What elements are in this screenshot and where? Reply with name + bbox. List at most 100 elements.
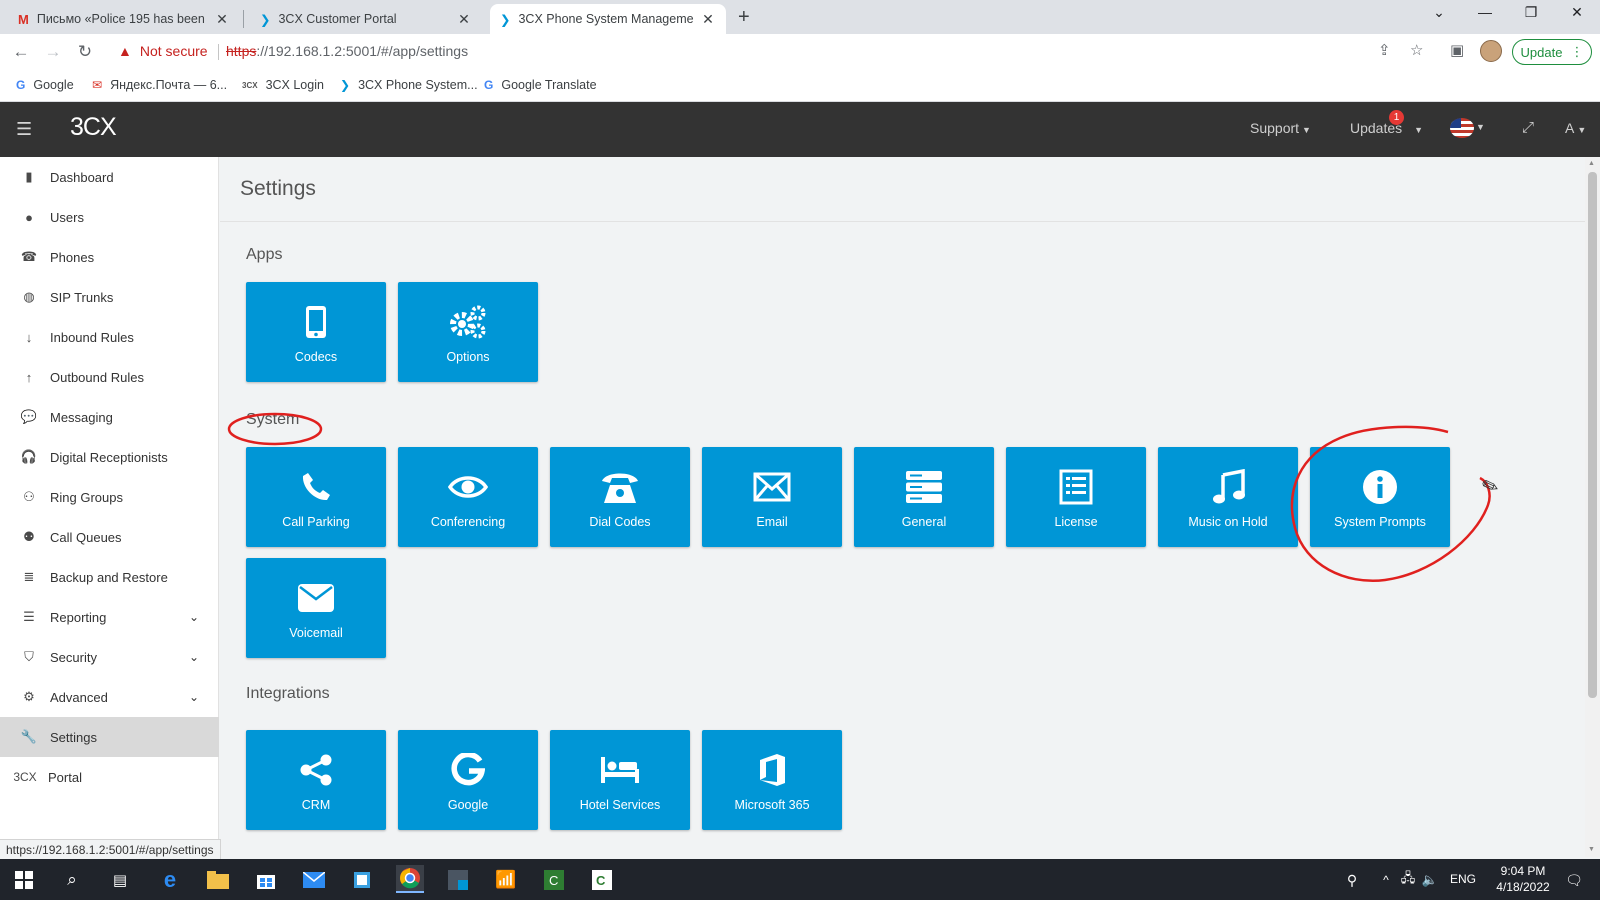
app-icon[interactable] [350, 868, 374, 892]
tile-options[interactable]: Options [398, 282, 538, 382]
sidebar-item-portal[interactable]: 3CX Portal [0, 757, 219, 797]
notifications-icon[interactable]: 🗨 [1562, 868, 1586, 892]
3cx-app-icon[interactable] [446, 868, 470, 892]
sidebar-item-settings[interactable]: 🔧 Settings [0, 717, 219, 757]
tile-crm[interactable]: CRM [246, 730, 386, 830]
tile-hotel-services[interactable]: Hotel Services [550, 730, 690, 830]
sidebar-item-dashboard[interactable]: ▮ Dashboard [0, 157, 219, 197]
file-explorer-icon[interactable] [206, 868, 230, 892]
chevron-down-icon[interactable]: ⌄ [189, 690, 199, 704]
wifi-icon[interactable]: 📶 [494, 868, 518, 892]
sidebar-item-advanced[interactable]: ⚙ Advanced ⌄ [0, 677, 219, 717]
close-icon[interactable]: ✕ [456, 11, 472, 28]
sidebar-item-outbound-rules[interactable]: ↑ Outbound Rules [0, 357, 219, 397]
tab-mail[interactable]: M Письмо «Police 195 has been di ✕ [8, 4, 240, 34]
bookmark-translate[interactable]: G Google Translate [484, 78, 597, 92]
sidebar-item-messaging[interactable]: 💬 Messaging [0, 397, 219, 437]
sidebar-item-security[interactable]: ⛉ Security ⌄ [0, 637, 219, 677]
network-icon[interactable]: 🖧 [1396, 868, 1420, 892]
caret-down-icon[interactable]: ▼ [1476, 122, 1485, 132]
forward-icon[interactable]: → [42, 42, 64, 62]
side-panel-icon[interactable]: ▣ [1450, 41, 1464, 59]
sidebar-item-digital-receptionists[interactable]: 🎧 Digital Receptionists [0, 437, 219, 477]
tile-google[interactable]: Google [398, 730, 538, 830]
bookmark-3cx-login[interactable]: 3CX 3CX Login [242, 78, 324, 92]
volume-icon[interactable]: 🔈 [1418, 868, 1442, 892]
sidebar-item-call-queues[interactable]: ⚉ Call Queues [0, 517, 219, 557]
edge-icon[interactable]: e [158, 867, 182, 892]
profile-avatar[interactable] [1480, 40, 1502, 62]
omnibox[interactable]: ▲ Not secure https://192.168.1.2:5001/#/… [108, 38, 1592, 66]
language-indicator[interactable]: ENG [1450, 872, 1476, 886]
bookmark-google[interactable]: G Google [16, 78, 74, 92]
minimize-icon[interactable]: — [1470, 4, 1500, 20]
sidebar-item-inbound-rules[interactable]: ↓ Inbound Rules [0, 317, 219, 357]
chevron-down-icon[interactable]: ⌄ [189, 610, 199, 624]
scroll-up-icon[interactable]: ▲ [1588, 160, 1595, 167]
tab-customer-portal[interactable]: ❯ 3CX Customer Portal ✕ [250, 4, 482, 34]
sidebar-item-label: Outbound Rules [50, 369, 144, 385]
3cx-logo[interactable]: 3CX [70, 113, 117, 142]
share-icon[interactable]: ⇪ [1378, 41, 1391, 59]
tile-general[interactable]: General [854, 447, 994, 547]
globe-icon: ◍ [23, 289, 35, 304]
bookmark-3cx-phone[interactable]: ❯ 3CX Phone System... [340, 78, 478, 92]
updates-menu[interactable]: Updates ▼ [1350, 120, 1423, 136]
search-icon[interactable]: ⌕ [60, 868, 84, 892]
hamburger-menu-icon[interactable]: ☰ [16, 119, 32, 140]
green-app-icon[interactable]: C [542, 868, 566, 892]
sidebar-item-ring-groups[interactable]: ⚇ Ring Groups [0, 477, 219, 517]
tab-phone-system[interactable]: ❯ 3CX Phone System Management ✕ [490, 4, 726, 34]
tile-email[interactable]: Email [702, 447, 842, 547]
people-icon[interactable]: ⚲ [1340, 868, 1364, 892]
tile-music-on-hold[interactable]: Music on Hold [1158, 447, 1298, 547]
tray-chevron-up-icon[interactable]: ^ [1374, 868, 1398, 892]
sidebar-item-sip-trunks[interactable]: ◍ SIP Trunks [0, 277, 219, 317]
sidebar-item-label: Settings [50, 729, 97, 745]
share-icon [294, 748, 338, 792]
scroll-down-icon[interactable]: ▼ [1588, 846, 1595, 853]
sidebar-item-backup-restore[interactable]: ≣ Backup and Restore [0, 557, 219, 597]
clock-date[interactable]: 4/18/2022 [1488, 880, 1558, 894]
menu-dots-icon[interactable]: ⋮ [1570, 44, 1583, 60]
sidebar-item-reporting[interactable]: ☰ Reporting ⌄ [0, 597, 219, 637]
url-scheme: https [226, 43, 257, 59]
tile-system-prompts[interactable]: System Prompts [1310, 447, 1450, 547]
tile-license[interactable]: License [1006, 447, 1146, 547]
tile-dial-codes[interactable]: Dial Codes [550, 447, 690, 547]
close-icon[interactable]: ✕ [214, 11, 230, 28]
camtasia-icon[interactable]: C [590, 868, 614, 892]
store-icon[interactable] [254, 868, 278, 892]
tile-call-parking[interactable]: Call Parking [246, 447, 386, 547]
task-view-icon[interactable]: ▤ [108, 868, 132, 892]
not-secure-indicator[interactable]: ▲ Not secure [118, 43, 208, 59]
windows-start-icon[interactable] [12, 868, 36, 892]
chrome-icon[interactable] [396, 865, 424, 893]
tile-conferencing[interactable]: Conferencing [398, 447, 538, 547]
bookmark-yandex[interactable]: ✉ Яндекс.Почта — 6... [92, 78, 227, 92]
clock-time[interactable]: 9:04 PM [1488, 864, 1558, 878]
support-menu[interactable]: Support ▼ [1250, 120, 1311, 136]
sidebar-item-users[interactable]: ● Users [0, 197, 219, 237]
new-tab-button[interactable]: + [738, 6, 750, 29]
tile-codecs[interactable]: Codecs [246, 282, 386, 382]
us-flag-icon[interactable] [1450, 118, 1474, 138]
tile-label: Dial Codes [589, 515, 651, 529]
scroll-thumb[interactable] [1588, 172, 1597, 698]
close-icon[interactable]: ✕ [700, 11, 716, 28]
tile-voicemail[interactable]: Voicemail [246, 558, 386, 658]
tile-microsoft-365[interactable]: Microsoft 365 [702, 730, 842, 830]
restore-icon[interactable]: ❐ [1516, 4, 1546, 21]
url-text[interactable]: https://192.168.1.2:5001/#/app/settings [226, 43, 468, 59]
user-menu[interactable]: A ▼ [1565, 120, 1586, 136]
reload-icon[interactable]: ↻ [74, 42, 96, 62]
sidebar-item-phones[interactable]: ☎ Phones [0, 237, 219, 277]
mail-icon[interactable] [302, 868, 326, 892]
update-button[interactable]: Update ⋮ [1512, 39, 1592, 65]
window-close-icon[interactable]: ✕ [1562, 4, 1592, 21]
star-icon[interactable]: ☆ [1410, 41, 1423, 59]
chevron-down-icon[interactable]: ⌄ [189, 650, 199, 664]
fullscreen-icon[interactable]: ⤢ [1522, 119, 1534, 136]
tab-search-icon[interactable]: ⌄ [1424, 4, 1454, 21]
back-icon[interactable]: ← [10, 42, 32, 62]
